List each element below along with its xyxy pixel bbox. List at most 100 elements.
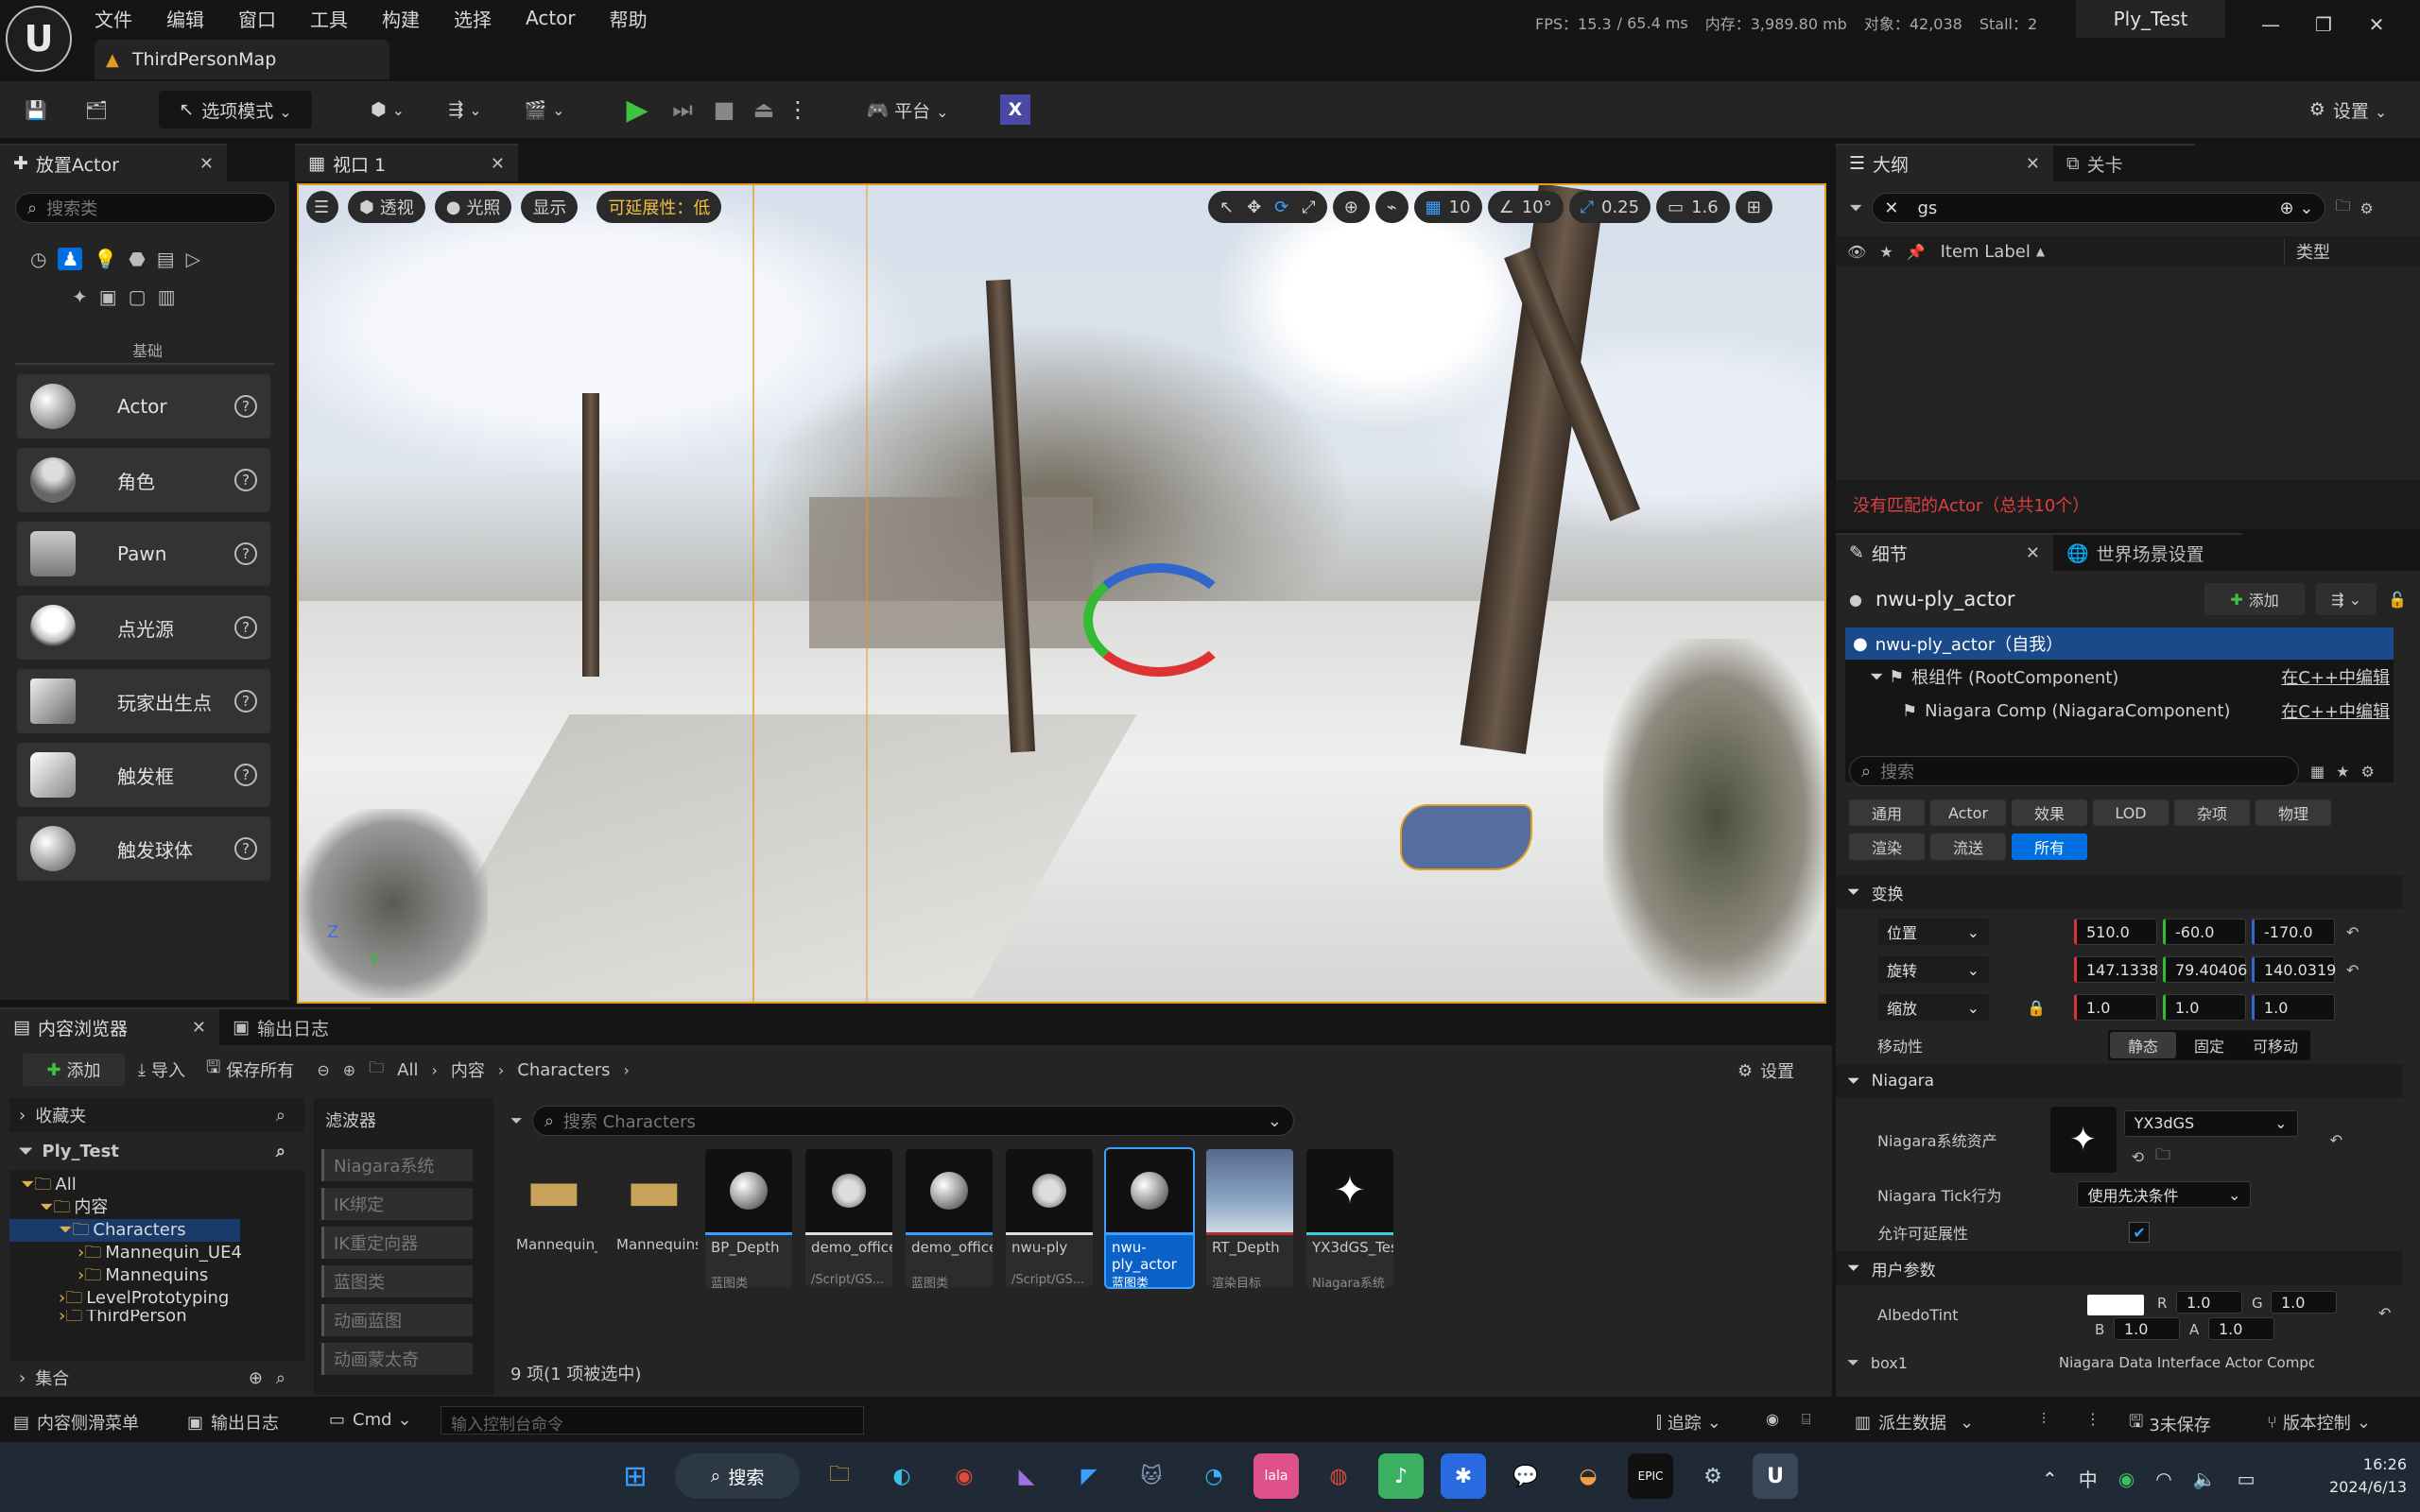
cmd-selector[interactable]: ▭ Cmd ⌄ [329, 1410, 412, 1430]
scale-z-field[interactable]: 1.0 [2251, 994, 2335, 1021]
bars-icon[interactable]: ⫶ [2042, 1410, 2046, 1429]
surface-snap-icon[interactable]: ⌁ [1374, 191, 1409, 223]
file-explorer-icon[interactable]: 🗀 [817, 1453, 862, 1499]
help-icon[interactable]: ? [234, 542, 257, 565]
visual-effects-icon[interactable]: ▷ [186, 248, 200, 270]
albedo-swatch[interactable] [2087, 1295, 2144, 1315]
actor-item-actor[interactable]: Actor? [17, 374, 270, 438]
derived-data-menu[interactable]: ▥ 派生数据 ⌄ [1855, 1410, 1974, 1435]
rotation-x-field[interactable]: 147.1338 [2074, 956, 2158, 983]
column-item-label[interactable]: Item Label [1941, 242, 2031, 262]
console-input[interactable]: 输入控制台命令 [441, 1406, 864, 1435]
minimize-icon[interactable]: — [2244, 4, 2297, 45]
menu-select[interactable]: 选择 [454, 5, 492, 32]
step-icon[interactable]: ⏭ [666, 93, 700, 127]
cinematics-icon[interactable]: 🎬 [514, 93, 575, 127]
rotation-dropdown[interactable]: 旋转 ⌄ [1877, 956, 1989, 983]
help-icon[interactable]: ? [234, 837, 257, 860]
more-classes-icon[interactable]: ▥ [158, 285, 176, 308]
forward-icon[interactable]: ⊕ [343, 1061, 355, 1079]
lit-button[interactable]: ● 光照 [434, 191, 512, 223]
import-button[interactable]: ⤓ 导入 [138, 1057, 185, 1082]
tree-mannequins[interactable]: ›🗀 Mannequins [9, 1264, 304, 1287]
actor-item-player-start[interactable]: 玩家出生点? [17, 669, 270, 733]
scale-x-field[interactable]: 1.0 [2073, 994, 2157, 1021]
project-header[interactable]: ⏷ Ply_Test ⌕ [9, 1132, 304, 1170]
asset-folder-mannequins[interactable]: ▬ Mannequins [611, 1149, 698, 1287]
restore-icon[interactable]: ❐ [2297, 4, 2350, 45]
back-icon[interactable]: ⊖ [317, 1061, 329, 1079]
save-icon[interactable]: 💾 [19, 93, 53, 127]
filter-icon[interactable]: ⏷ [1849, 198, 1862, 218]
rotation-y-field[interactable]: 79.40406 [2163, 956, 2247, 983]
blueprint-icon[interactable]: ⇶ [435, 93, 495, 127]
menu-file[interactable]: 文件 [95, 5, 132, 32]
content-settings-button[interactable]: ⚙ 设置 [1737, 1058, 1794, 1083]
actor-item-trigger-sphere[interactable]: 触发球体? [17, 816, 270, 881]
trace-menu[interactable]: ⫿ 追踪 ⌄ [1656, 1410, 1721, 1435]
collections-header[interactable]: › 集合 ⊕ ⌕ [9, 1361, 304, 1395]
grid-snap[interactable]: ▦ 10 [1413, 191, 1482, 223]
app-tray-icon[interactable]: ◉ [2118, 1468, 2135, 1490]
tab-details[interactable]: ✎ 细节 ✕ [1836, 533, 2053, 571]
asset-folder-mannequin-ue4[interactable]: ▬ Mannequin_UE4 [510, 1149, 597, 1287]
shapes-icon[interactable]: ⬣ [129, 248, 145, 270]
filter-actor[interactable]: Actor [1930, 799, 2006, 826]
search-icon[interactable]: ⌕ [276, 1106, 285, 1125]
speaker-icon[interactable]: 🔈 [2193, 1468, 2217, 1490]
source-control-menu[interactable]: ⑂ 版本控制 ⌄ [2267, 1410, 2371, 1435]
steam-icon[interactable]: ⚙ [1690, 1453, 1736, 1499]
menu-help[interactable]: 帮助 [610, 5, 648, 32]
rotate-gizmo[interactable] [1083, 563, 1235, 677]
map-tab[interactable]: ▲ ThirdPersonMap [95, 40, 389, 79]
stop-icon[interactable]: ■ [707, 93, 741, 127]
scalability-checkbox[interactable]: ✔ [2129, 1222, 2151, 1243]
column-type[interactable]: 类型 [2284, 239, 2330, 264]
actor-item-point-light[interactable]: 点光源? [17, 595, 270, 660]
perspective-button[interactable]: ⬢ 透视 [348, 191, 425, 223]
edit-in-cpp-link[interactable]: 在C++中编辑 [2281, 664, 2390, 689]
app-orange-icon[interactable]: ◒ [1565, 1453, 1611, 1499]
angle-snap[interactable]: ∠ 10° [1487, 191, 1564, 223]
content-folder-icon[interactable]: 🗂 [79, 93, 113, 127]
reset-icon[interactable]: ↶ [2346, 923, 2359, 941]
clear-search-icon[interactable]: ✕ [1884, 198, 1898, 218]
albedo-g-field[interactable]: 1.0 [2271, 1291, 2337, 1314]
asset-nwu-ply-actor[interactable]: nwu-ply_actor 蓝图类 [1104, 1147, 1195, 1291]
layout-icon[interactable]: ⊞ [1735, 191, 1772, 223]
filter-anim-blueprint[interactable]: 动画蓝图 [321, 1304, 473, 1336]
scale-dropdown[interactable]: 缩放 ⌄ [1877, 994, 1989, 1021]
tree-mannequin-ue4[interactable]: ›🗀 Mannequin_UE4 [9, 1242, 304, 1264]
app-lala-icon[interactable]: lala [1253, 1453, 1299, 1499]
filter-blueprint-class[interactable]: 蓝图类 [321, 1265, 473, 1297]
unreal-taskbar-icon[interactable]: U [1753, 1453, 1798, 1499]
content-drawer-button[interactable]: ▤ 内容侧滑菜单 [13, 1410, 139, 1435]
tree-characters[interactable]: ⏷🗀 Characters [9, 1219, 240, 1242]
chrome-icon[interactable]: ◉ [942, 1453, 987, 1499]
help-icon[interactable]: ? [234, 395, 257, 418]
asset-demo-office-g[interactable]: demo_office_g 蓝图类 [906, 1149, 993, 1291]
viewport-menu-icon[interactable]: ☰ [306, 191, 338, 223]
menu-window[interactable]: 窗口 [238, 5, 276, 32]
component-root[interactable]: ⏷ ⚑ 根组件 (RootComponent) 在C++中编辑 [1845, 660, 2394, 694]
filter-ik-rig[interactable]: IK绑定 [321, 1188, 473, 1220]
tab-place-actor[interactable]: ✚ 放置Actor ✕ [0, 144, 227, 181]
filter-ik-retargeter[interactable]: IK重定向器 [321, 1227, 473, 1259]
app-chat-icon[interactable]: ◔ [1191, 1453, 1236, 1499]
help-icon[interactable]: ? [234, 690, 257, 713]
close-tab-icon[interactable]: ✕ [199, 154, 214, 174]
volumes-icon[interactable]: ▣ [99, 285, 117, 308]
new-folder-icon[interactable]: 🗀 [2335, 196, 2350, 221]
eject-icon[interactable]: ⏏ [747, 93, 781, 127]
app-netease-icon[interactable]: ◍ [1316, 1453, 1361, 1499]
all-classes-icon[interactable]: ▢ [129, 285, 147, 308]
favorite-icon[interactable]: ★ [2336, 763, 2349, 781]
tab-content-browser[interactable]: ▤ 内容浏览器 ✕ [0, 1007, 219, 1045]
filter-icon[interactable]: ⏷ [510, 1111, 523, 1130]
asset-demo-office-gs[interactable]: demo_office_gs/Script/GS... [805, 1149, 892, 1287]
close-tab-icon[interactable]: ✕ [2026, 154, 2040, 174]
outliner-settings-icon[interactable]: ⚙ [2360, 199, 2373, 217]
vscode-icon[interactable]: ◤ [1066, 1453, 1112, 1499]
visual-studio-icon[interactable]: ◣ [1004, 1453, 1049, 1499]
level-viewport[interactable]: Z Y ☰ ⬢ 透视 ● 光照 显示 可延展性：低 ↖ ✥ ⟳ ⤢ ⊕ ⌁ ▦ 10 ∠ 10… [297, 183, 1826, 1004]
